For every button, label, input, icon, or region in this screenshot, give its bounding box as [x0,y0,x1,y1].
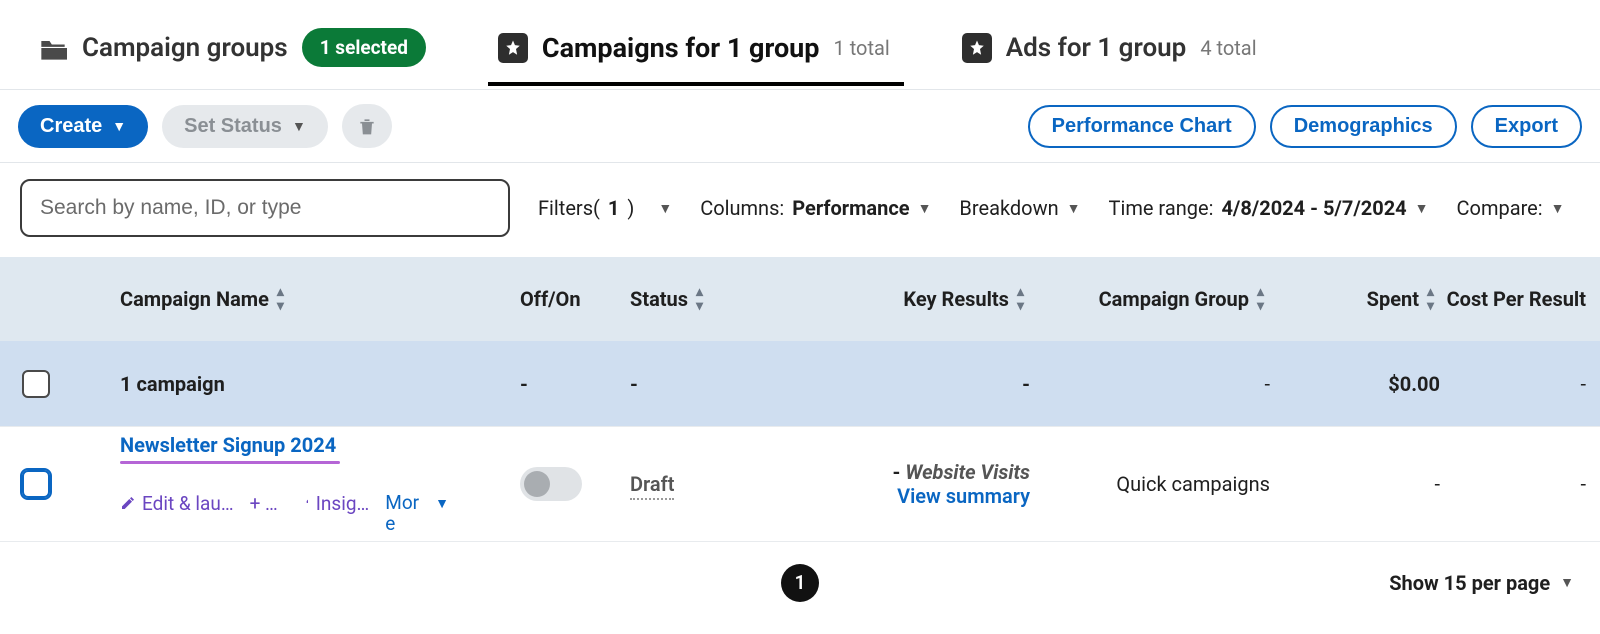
row-checkbox[interactable] [22,470,50,498]
table-header: Campaign Name ▴▾ Off/On Status ▴▾ Key Re… [0,257,1600,341]
per-page-dropdown[interactable]: Show 15 per page ▼ [1389,571,1574,595]
tab-label: Campaigns for 1 group [542,32,820,64]
col-spent[interactable]: Spent ▴▾ [1270,285,1440,313]
insights-action[interactable]: Insig… [294,492,369,515]
col-campaign-group[interactable]: Campaign Group ▴▾ [1030,285,1270,313]
sort-icon: ▴▾ [1017,285,1024,313]
status-value[interactable]: Draft [630,472,674,500]
folder-icon [38,33,68,63]
chevron-down-icon: ▼ [1067,200,1081,217]
filters-close: ) [627,196,634,220]
chevron-down-icon: ▼ [292,118,306,134]
columns-label: Columns: [700,196,784,220]
export-button[interactable]: Export [1471,105,1582,148]
trash-icon [357,115,377,137]
compare-label: Compare: [1457,196,1543,220]
create-button[interactable]: Create ▼ [18,105,148,148]
time-range-value: 4/8/2024 - 5/7/2024 [1221,196,1406,220]
col-off-on: Off/On [520,287,630,311]
star-icon [498,33,528,63]
key-result-metric: Website Visits [905,460,1030,484]
col-cost-per-result: Cost Per Result [1440,287,1600,311]
tab-campaign-groups[interactable]: Campaign groups 1 selected [28,18,440,89]
col-key-results[interactable]: Key Results ▴▾ [830,285,1030,313]
pencil-icon [120,495,136,511]
search-input[interactable] [20,179,510,237]
chevron-down-icon: ▼ [1415,200,1429,217]
selected-badge: 1 selected [302,28,426,67]
table-row: Newsletter Signup 2024 Edit & lau… + … I… [0,427,1600,542]
chevron-down-icon: ▼ [1560,574,1574,591]
sort-icon: ▴▾ [1427,285,1434,313]
demographics-button[interactable]: Demographics [1270,105,1457,148]
more-dropdown[interactable]: Mor e [385,472,419,535]
tab-ads[interactable]: Ads for 1 group 4 total [952,23,1271,85]
summary-row: 1 campaign - - - - $0.00 - [0,341,1600,427]
status-toggle[interactable] [520,467,582,501]
compare-dropdown[interactable]: Compare: ▼ [1457,196,1565,220]
time-range-label: Time range: [1109,196,1214,220]
tab-label: Ads for 1 group [1006,33,1187,63]
chevron-down-icon: ▼ [1551,200,1565,217]
sort-icon: ▴▾ [696,285,703,313]
chevron-down-icon: ▼ [918,200,932,217]
col-status[interactable]: Status ▴▾ [630,285,830,313]
summary-name: 1 campaign [120,366,520,402]
filters-count: 1 [608,196,619,220]
campaign-group-value: Quick campaigns [1030,466,1270,502]
star-icon [962,33,992,63]
col-campaign-name[interactable]: Campaign Name ▴▾ [120,285,520,313]
edit-launch-action[interactable]: Edit & lau… [120,492,234,515]
columns-value: Performance [792,196,909,220]
sort-icon: ▴▾ [277,285,284,313]
add-action[interactable]: + … [250,492,278,515]
breakdown-dropdown[interactable]: Breakdown ▼ [959,196,1080,220]
set-status-button[interactable]: Set Status ▼ [162,105,328,148]
select-all-checkbox[interactable] [22,370,50,398]
sort-icon: ▴▾ [1257,285,1264,313]
chevron-down-icon: ▼ [112,118,126,134]
view-summary-link[interactable]: View summary [830,484,1030,508]
chevron-down-icon: ▼ [658,200,672,217]
set-status-label: Set Status [184,115,282,138]
time-range-dropdown[interactable]: Time range: 4/8/2024 - 5/7/2024 ▼ [1109,196,1429,220]
trend-up-icon [294,495,310,511]
performance-chart-button[interactable]: Performance Chart [1028,105,1256,148]
delete-button[interactable] [342,104,392,148]
filters-label: Filters( [538,196,600,220]
breakdown-label: Breakdown [959,196,1058,220]
accent-underline [120,461,340,464]
columns-dropdown[interactable]: Columns: Performance ▼ [700,196,931,220]
filters-dropdown[interactable]: Filters( 1) ▼ [538,196,672,220]
tab-campaigns[interactable]: Campaigns for 1 group 1 total [488,22,904,86]
tab-count: 1 total [834,36,890,60]
tab-count: 4 total [1200,36,1256,60]
current-page[interactable]: 1 [781,564,819,602]
create-label: Create [40,115,102,138]
campaign-name-link[interactable]: Newsletter Signup 2024 [120,433,336,457]
tab-label: Campaign groups [82,33,288,63]
summary-spent: $0.00 [1270,366,1440,402]
chevron-down-icon: ▼ [435,495,449,512]
